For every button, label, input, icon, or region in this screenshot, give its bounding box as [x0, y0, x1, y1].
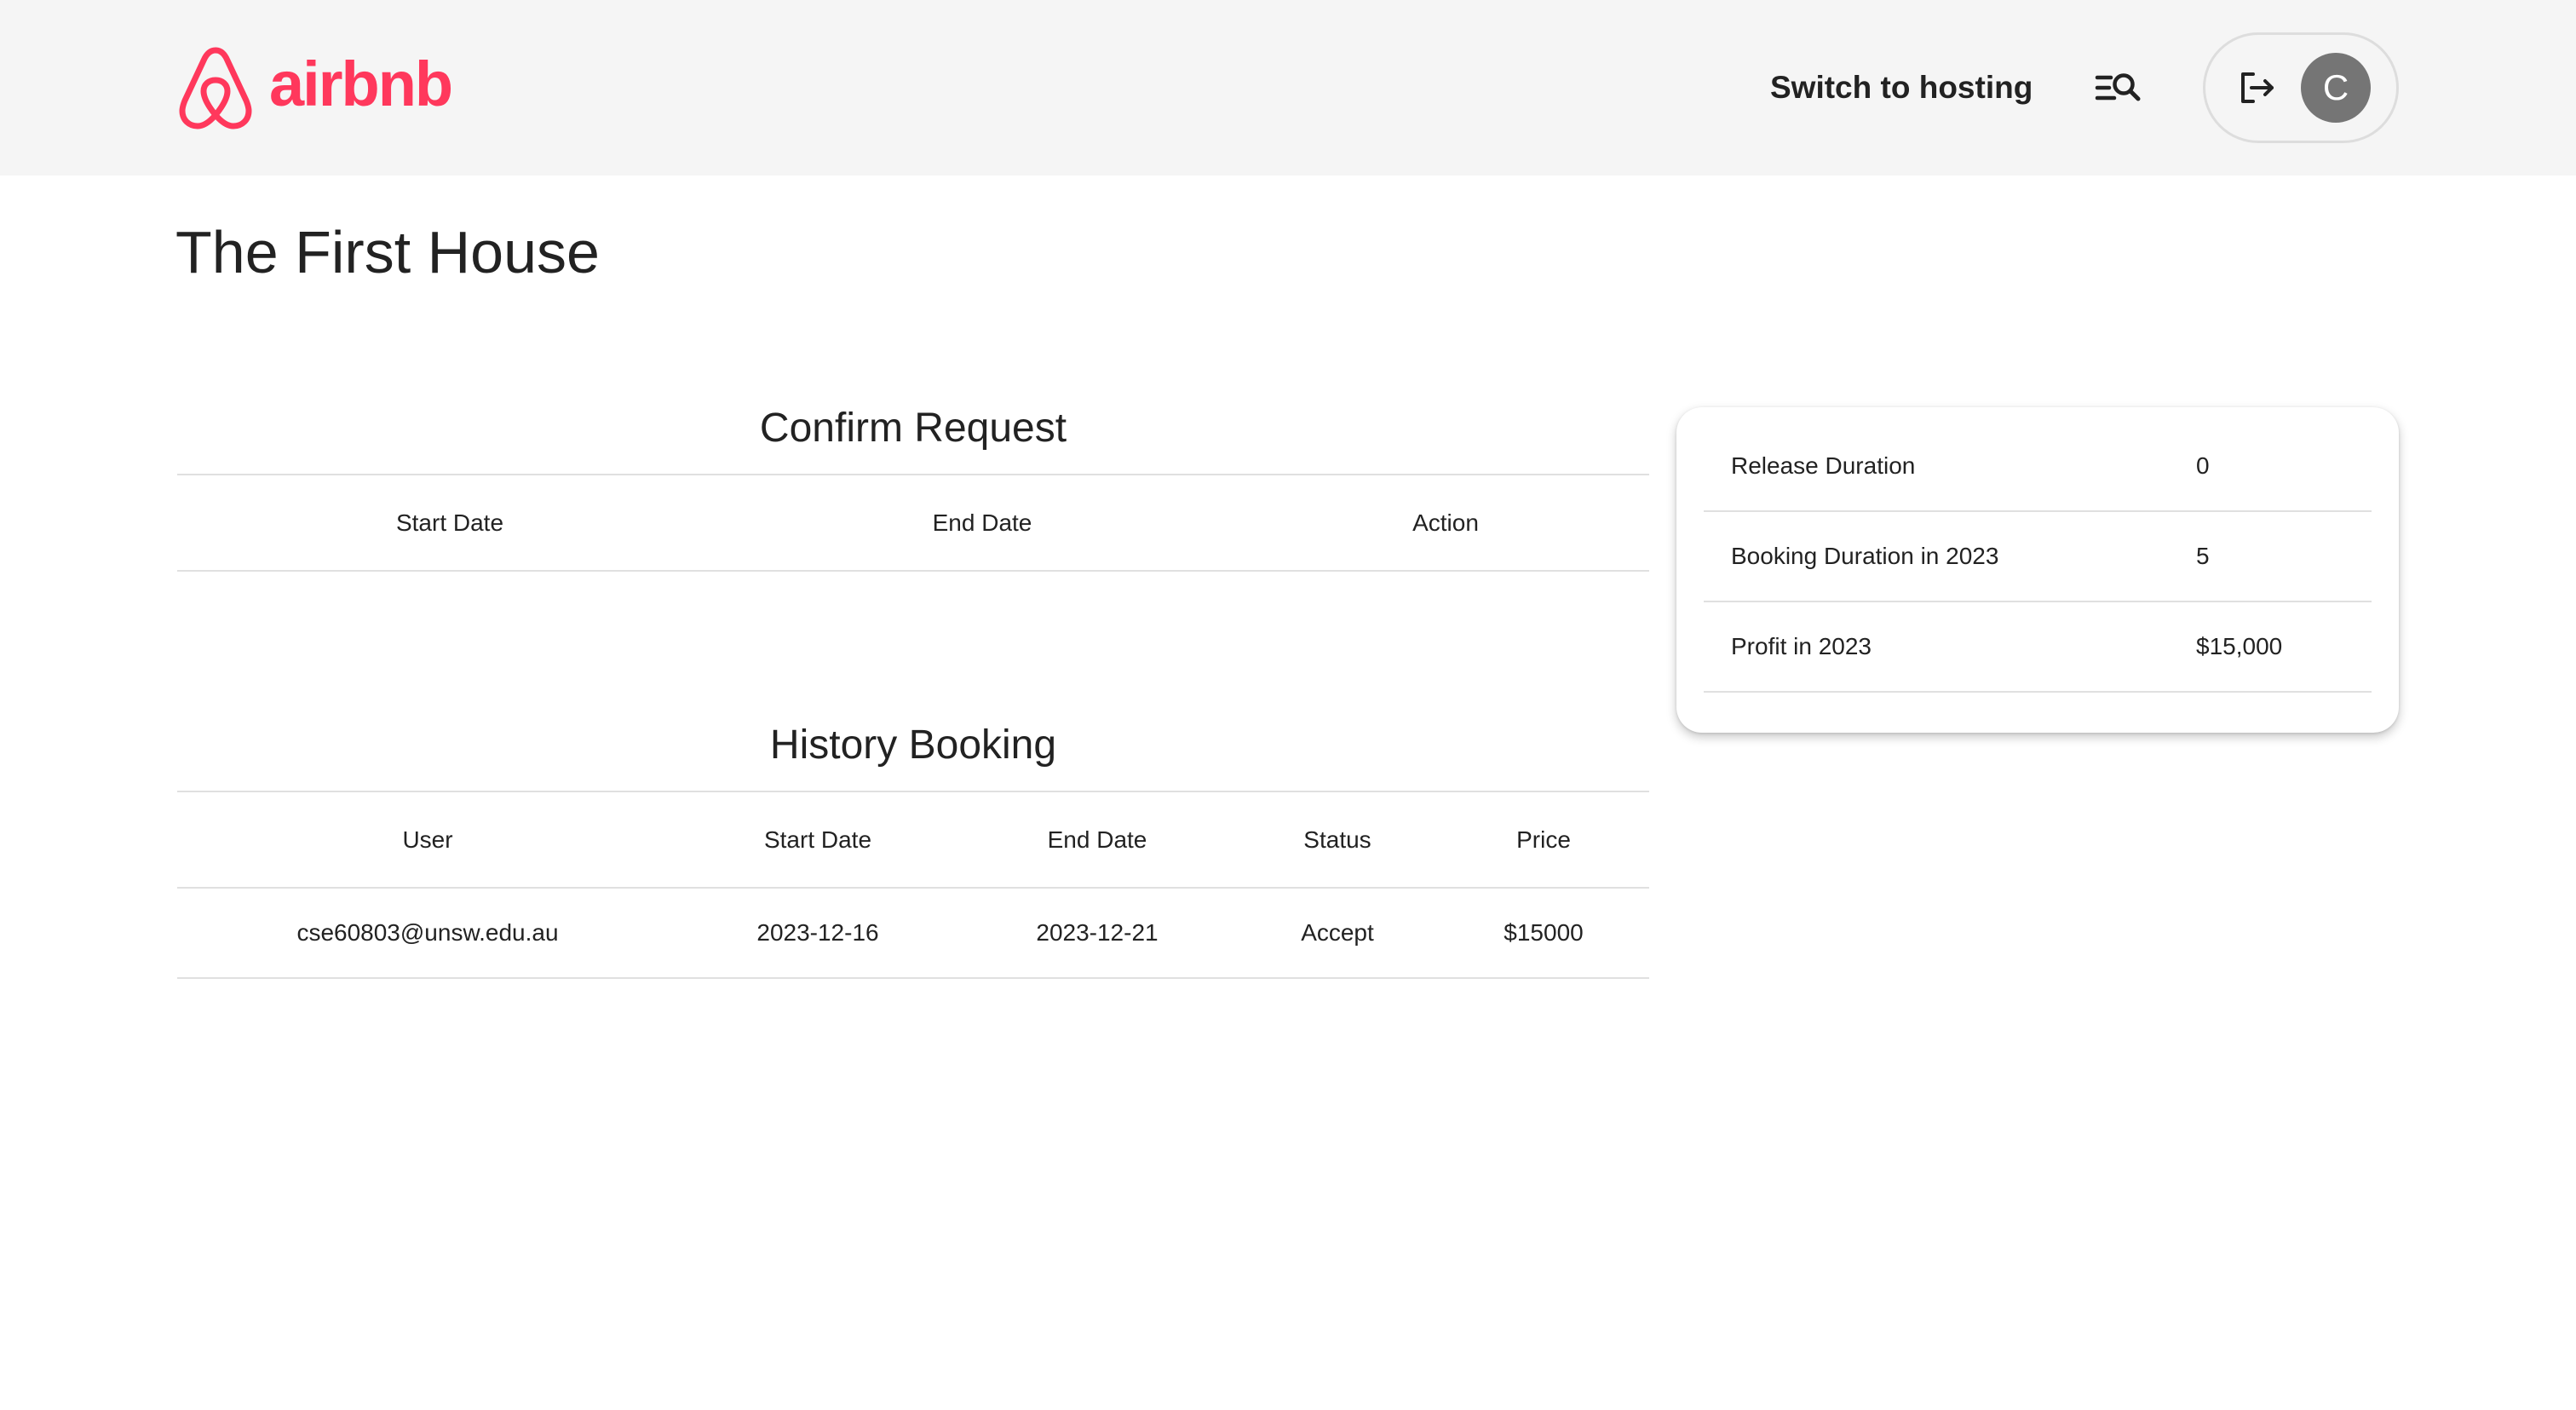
logo-wordmark: airbnb: [269, 49, 453, 119]
confirm-request-title: Confirm Request: [177, 382, 1649, 475]
history-booking-section: History Booking User Start Date End Date…: [177, 699, 1649, 979]
listing-stats-card: Release Duration 0 Booking Duration in 2…: [1676, 407, 2399, 733]
confirm-request-table: Start Date End Date Action: [177, 475, 1649, 572]
column-header-end-date: End Date: [957, 792, 1237, 889]
stats-value: 5: [2169, 511, 2372, 602]
booking-end-date: 2023-12-21: [957, 888, 1237, 979]
history-booking-table: User Start Date End Date Status Price cs…: [177, 792, 1649, 979]
table-header-row: User Start Date End Date Status Price: [177, 792, 1649, 889]
stats-value: 0: [2169, 421, 2372, 512]
airbnb-belo-icon: [179, 47, 252, 129]
avatar[interactable]: C: [2301, 53, 2371, 123]
booking-start-date: 2023-12-16: [678, 888, 957, 979]
booking-user-email: cse60803@unsw.edu.au: [177, 888, 678, 979]
logout-icon[interactable]: [2236, 67, 2277, 108]
column-header-start-date: Start Date: [177, 475, 722, 572]
page-title: The First House: [175, 219, 600, 285]
stats-row-profit: Profit in 2023 $15,000: [1704, 601, 2372, 693]
column-header-end-date: End Date: [722, 475, 1242, 572]
stats-label: Release Duration: [1704, 421, 2169, 512]
column-header-price: Price: [1438, 792, 1649, 889]
listing-stats-table: Release Duration 0 Booking Duration in 2…: [1704, 421, 2372, 693]
user-menu-button[interactable]: C: [2203, 32, 2399, 143]
confirm-request-section: Confirm Request Start Date End Date Acti…: [177, 382, 1649, 572]
column-header-action: Action: [1242, 475, 1649, 572]
search-list-icon: [2095, 73, 2141, 101]
history-booking-title: History Booking: [177, 699, 1649, 792]
booking-price: $15000: [1438, 888, 1649, 979]
airbnb-logo[interactable]: airbnb: [175, 43, 453, 133]
table-row: cse60803@unsw.edu.au 2023-12-16 2023-12-…: [177, 888, 1649, 979]
stats-row-release-duration: Release Duration 0: [1704, 421, 2372, 512]
search-list-button[interactable]: [2094, 66, 2143, 109]
column-header-user: User: [177, 792, 678, 889]
column-header-status: Status: [1237, 792, 1438, 889]
stats-value: $15,000: [2169, 601, 2372, 693]
top-navigation-bar: airbnb Switch to hosting C: [0, 0, 2576, 176]
stats-label: Booking Duration in 2023: [1704, 511, 2169, 602]
stats-label: Profit in 2023: [1704, 601, 2169, 693]
column-header-start-date: Start Date: [678, 792, 957, 889]
booking-status: Accept: [1237, 888, 1438, 979]
table-header-row: Start Date End Date Action: [177, 475, 1649, 572]
stats-row-booking-duration: Booking Duration in 2023 5: [1704, 511, 2372, 602]
switch-to-hosting-link[interactable]: Switch to hosting: [1770, 66, 2034, 109]
